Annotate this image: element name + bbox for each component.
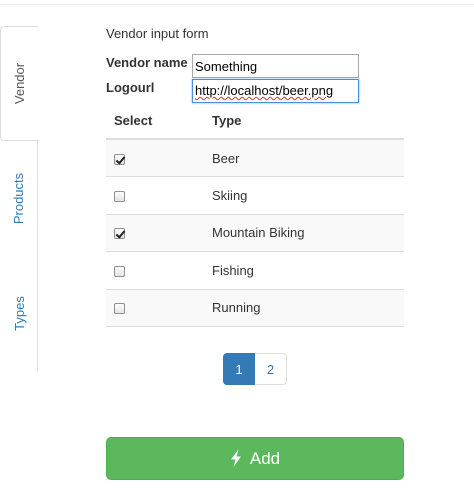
table-row: Mountain Biking	[106, 213, 404, 252]
tab-products[interactable]: Products	[0, 141, 38, 256]
type-name: Skiing	[212, 176, 404, 214]
table-row: Fishing	[106, 251, 404, 289]
tab-types[interactable]: Types	[0, 256, 38, 371]
type-checkbox[interactable]	[114, 190, 125, 202]
type-name: Fishing	[212, 251, 404, 289]
tab-products-label: Products	[11, 172, 27, 225]
page-1-button[interactable]: 1	[223, 353, 255, 385]
type-checkbox[interactable]	[114, 153, 125, 165]
header-type: Type	[212, 103, 404, 140]
bolt-icon	[230, 450, 241, 467]
logourl-input[interactable]: http://localhost/beer.png	[192, 79, 359, 103]
table-header-row: Select Type	[106, 103, 404, 140]
type-name: Beer	[212, 138, 404, 177]
type-name: Running	[212, 288, 404, 327]
top-divider	[0, 4, 474, 5]
tab-vendor[interactable]: Vendor	[0, 26, 39, 141]
table-row: Skiing	[106, 176, 404, 214]
form-title: Vendor input form	[106, 26, 209, 41]
vendor-name-input[interactable]	[192, 54, 359, 78]
add-button[interactable]: Add	[106, 437, 404, 480]
add-button-label: Add	[249, 448, 281, 468]
table-row: Running	[106, 288, 404, 327]
page-2-button[interactable]: 2	[255, 353, 287, 385]
tab-vendor-label: Vendor	[12, 62, 28, 105]
vendor-name-label: Vendor name	[106, 55, 188, 70]
type-checkbox[interactable]	[114, 303, 125, 315]
type-checkbox[interactable]	[114, 265, 125, 277]
vertical-tabs: Vendor Products Types	[0, 26, 39, 371]
logourl-value: http://localhost/beer.png	[195, 83, 334, 98]
logourl-label: Logourl	[106, 80, 155, 95]
type-name: Mountain Biking	[212, 213, 404, 252]
header-select: Select	[106, 103, 212, 140]
table-row: Beer	[106, 138, 404, 177]
tab-types-label: Types	[11, 296, 27, 331]
type-checkbox[interactable]	[114, 228, 125, 240]
types-table: Select Type Beer Skiing Mountain Biking …	[106, 103, 404, 327]
pagination: 1 2	[223, 353, 287, 385]
